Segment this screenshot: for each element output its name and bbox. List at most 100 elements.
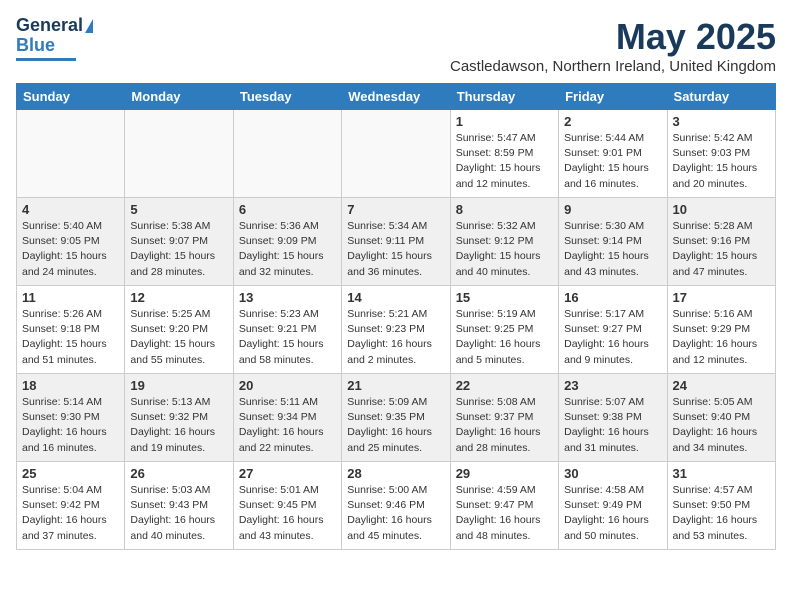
- calendar-cell: 29 Sunrise: 4:59 AM Sunset: 9:47 PM Dayli…: [450, 462, 558, 550]
- day-info: Sunrise: 5:30 AM Sunset: 9:14 PM Dayligh…: [564, 219, 661, 280]
- day-number: 26: [130, 466, 227, 481]
- day-info: Sunrise: 5:11 AM Sunset: 9:34 PM Dayligh…: [239, 395, 336, 456]
- calendar-table: SundayMondayTuesdayWednesdayThursdayFrid…: [16, 83, 776, 550]
- day-info: Sunrise: 5:47 AM Sunset: 8:59 PM Dayligh…: [456, 131, 553, 192]
- day-info: Sunrise: 4:57 AM Sunset: 9:50 PM Dayligh…: [673, 483, 770, 544]
- day-info: Sunrise: 5:04 AM Sunset: 9:42 PM Dayligh…: [22, 483, 119, 544]
- calendar-cell: 17 Sunrise: 5:16 AM Sunset: 9:29 PM Dayli…: [667, 286, 775, 374]
- calendar-cell: 5 Sunrise: 5:38 AM Sunset: 9:07 PM Daylig…: [125, 198, 233, 286]
- day-info: Sunrise: 5:34 AM Sunset: 9:11 PM Dayligh…: [347, 219, 444, 280]
- day-number: 25: [22, 466, 119, 481]
- day-number: 2: [564, 114, 661, 129]
- calendar-cell: 11Sunrise: 5:26 AM Sunset: 9:18 PM Dayli…: [17, 286, 125, 374]
- day-number: 6: [239, 202, 336, 217]
- day-number: 17: [673, 290, 770, 305]
- calendar-header-monday: Monday: [125, 84, 233, 110]
- calendar-cell: 28Sunrise: 5:00 AM Sunset: 9:46 PM Dayli…: [342, 462, 450, 550]
- day-number: 21: [347, 378, 444, 393]
- day-info: Sunrise: 5:19 AM Sunset: 9:25 PM Dayligh…: [456, 307, 553, 368]
- calendar-cell: 31 Sunrise: 4:57 AM Sunset: 9:50 PM Dayli…: [667, 462, 775, 550]
- day-info: Sunrise: 5:36 AM Sunset: 9:09 PM Dayligh…: [239, 219, 336, 280]
- day-number: 13: [239, 290, 336, 305]
- calendar-cell: 25 Sunrise: 5:04 AM Sunset: 9:42 PM Dayli…: [17, 462, 125, 550]
- day-number: 10: [673, 202, 770, 217]
- calendar-cell: 14 Sunrise: 5:21 AM Sunset: 9:23 PM Dayli…: [342, 286, 450, 374]
- day-info: Sunrise: 5:21 AM Sunset: 9:23 PM Dayligh…: [347, 307, 444, 368]
- day-number: 27: [239, 466, 336, 481]
- day-number: 1: [456, 114, 553, 129]
- day-info: Sunrise: 5:17 AM Sunset: 9:27 PM Dayligh…: [564, 307, 661, 368]
- day-info: Sunrise: 5:28 AM Sunset: 9:16 PM Dayligh…: [673, 219, 770, 280]
- day-number: 14: [347, 290, 444, 305]
- calendar-header-wednesday: Wednesday: [342, 84, 450, 110]
- calendar-cell: 18 Sunrise: 5:14 AM Sunset: 9:30 PM Dayli…: [17, 374, 125, 462]
- calendar-week-row: 25 Sunrise: 5:04 AM Sunset: 9:42 PM Dayli…: [17, 462, 776, 550]
- day-number: 8: [456, 202, 553, 217]
- day-number: 4: [22, 202, 119, 217]
- day-number: 20: [239, 378, 336, 393]
- day-info: Sunrise: 5:00 AM Sunset: 9:46 PM Dayligh…: [347, 483, 444, 544]
- day-info: Sunrise: 5:44 AM Sunset: 9:01 PM Dayligh…: [564, 131, 661, 192]
- day-info: Sunrise: 5:13 AM Sunset: 9:32 PM Dayligh…: [130, 395, 227, 456]
- day-number: 30: [564, 466, 661, 481]
- day-number: 18: [22, 378, 119, 393]
- calendar-cell: 16 Sunrise: 5:17 AM Sunset: 9:27 PM Dayli…: [559, 286, 667, 374]
- calendar-header-sunday: Sunday: [17, 84, 125, 110]
- calendar-header-friday: Friday: [559, 84, 667, 110]
- calendar-cell: 21Sunrise: 5:09 AM Sunset: 9:35 PM Dayli…: [342, 374, 450, 462]
- day-number: 16: [564, 290, 661, 305]
- day-info: Sunrise: 4:58 AM Sunset: 9:49 PM Dayligh…: [564, 483, 661, 544]
- day-info: Sunrise: 5:07 AM Sunset: 9:38 PM Dayligh…: [564, 395, 661, 456]
- day-number: 7: [347, 202, 444, 217]
- calendar-cell: 27 Sunrise: 5:01 AM Sunset: 9:45 PM Dayli…: [233, 462, 341, 550]
- calendar-cell: [342, 110, 450, 198]
- day-number: 3: [673, 114, 770, 129]
- calendar-cell: 3 Sunrise: 5:42 AM Sunset: 9:03 PM Daylig…: [667, 110, 775, 198]
- day-info: Sunrise: 5:03 AM Sunset: 9:43 PM Dayligh…: [130, 483, 227, 544]
- calendar-week-row: 1 Sunrise: 5:47 AM Sunset: 8:59 PM Daylig…: [17, 110, 776, 198]
- day-info: Sunrise: 5:01 AM Sunset: 9:45 PM Dayligh…: [239, 483, 336, 544]
- calendar-cell: 7 Sunrise: 5:34 AM Sunset: 9:11 PM Daylig…: [342, 198, 450, 286]
- day-number: 19: [130, 378, 227, 393]
- day-number: 23: [564, 378, 661, 393]
- calendar-header-row: SundayMondayTuesdayWednesdayThursdayFrid…: [17, 84, 776, 110]
- calendar-cell: 8Sunrise: 5:32 AM Sunset: 9:12 PM Daylig…: [450, 198, 558, 286]
- calendar-cell: 12 Sunrise: 5:25 AM Sunset: 9:20 PM Dayli…: [125, 286, 233, 374]
- calendar-cell: 24Sunrise: 5:05 AM Sunset: 9:40 PM Dayli…: [667, 374, 775, 462]
- calendar-cell: 23 Sunrise: 5:07 AM Sunset: 9:38 PM Dayli…: [559, 374, 667, 462]
- calendar-cell: 30 Sunrise: 4:58 AM Sunset: 9:49 PM Dayli…: [559, 462, 667, 550]
- calendar-cell: 9 Sunrise: 5:30 AM Sunset: 9:14 PM Daylig…: [559, 198, 667, 286]
- day-info: Sunrise: 5:42 AM Sunset: 9:03 PM Dayligh…: [673, 131, 770, 192]
- calendar-cell: 1 Sunrise: 5:47 AM Sunset: 8:59 PM Daylig…: [450, 110, 558, 198]
- day-info: Sunrise: 5:38 AM Sunset: 9:07 PM Dayligh…: [130, 219, 227, 280]
- calendar-cell: 20 Sunrise: 5:11 AM Sunset: 9:34 PM Dayli…: [233, 374, 341, 462]
- day-number: 9: [564, 202, 661, 217]
- calendar-header-tuesday: Tuesday: [233, 84, 341, 110]
- calendar-week-row: 11Sunrise: 5:26 AM Sunset: 9:18 PM Dayli…: [17, 286, 776, 374]
- day-number: 15: [456, 290, 553, 305]
- calendar-cell: 2 Sunrise: 5:44 AM Sunset: 9:01 PM Daylig…: [559, 110, 667, 198]
- calendar-header-thursday: Thursday: [450, 84, 558, 110]
- calendar-cell: 13Sunrise: 5:23 AM Sunset: 9:21 PM Dayli…: [233, 286, 341, 374]
- title-section: May 2025 Castledawson, Northern Ireland,…: [450, 16, 776, 75]
- calendar-cell: 26 Sunrise: 5:03 AM Sunset: 9:43 PM Dayli…: [125, 462, 233, 550]
- day-info: Sunrise: 5:16 AM Sunset: 9:29 PM Dayligh…: [673, 307, 770, 368]
- day-info: Sunrise: 5:25 AM Sunset: 9:20 PM Dayligh…: [130, 307, 227, 368]
- month-title: May 2025: [450, 16, 776, 58]
- calendar-cell: [17, 110, 125, 198]
- day-number: 5: [130, 202, 227, 217]
- logo-text-blue: Blue: [16, 36, 55, 56]
- day-info: Sunrise: 5:05 AM Sunset: 9:40 PM Dayligh…: [673, 395, 770, 456]
- day-number: 12: [130, 290, 227, 305]
- calendar-header-saturday: Saturday: [667, 84, 775, 110]
- calendar-cell: 6 Sunrise: 5:36 AM Sunset: 9:09 PM Daylig…: [233, 198, 341, 286]
- day-number: 31: [673, 466, 770, 481]
- logo-text: General: [16, 16, 93, 36]
- day-number: 22: [456, 378, 553, 393]
- calendar-cell: [125, 110, 233, 198]
- day-info: Sunrise: 4:59 AM Sunset: 9:47 PM Dayligh…: [456, 483, 553, 544]
- day-info: Sunrise: 5:14 AM Sunset: 9:30 PM Dayligh…: [22, 395, 119, 456]
- day-number: 29: [456, 466, 553, 481]
- location-subtitle: Castledawson, Northern Ireland, United K…: [450, 58, 776, 75]
- logo-underline: [16, 58, 76, 61]
